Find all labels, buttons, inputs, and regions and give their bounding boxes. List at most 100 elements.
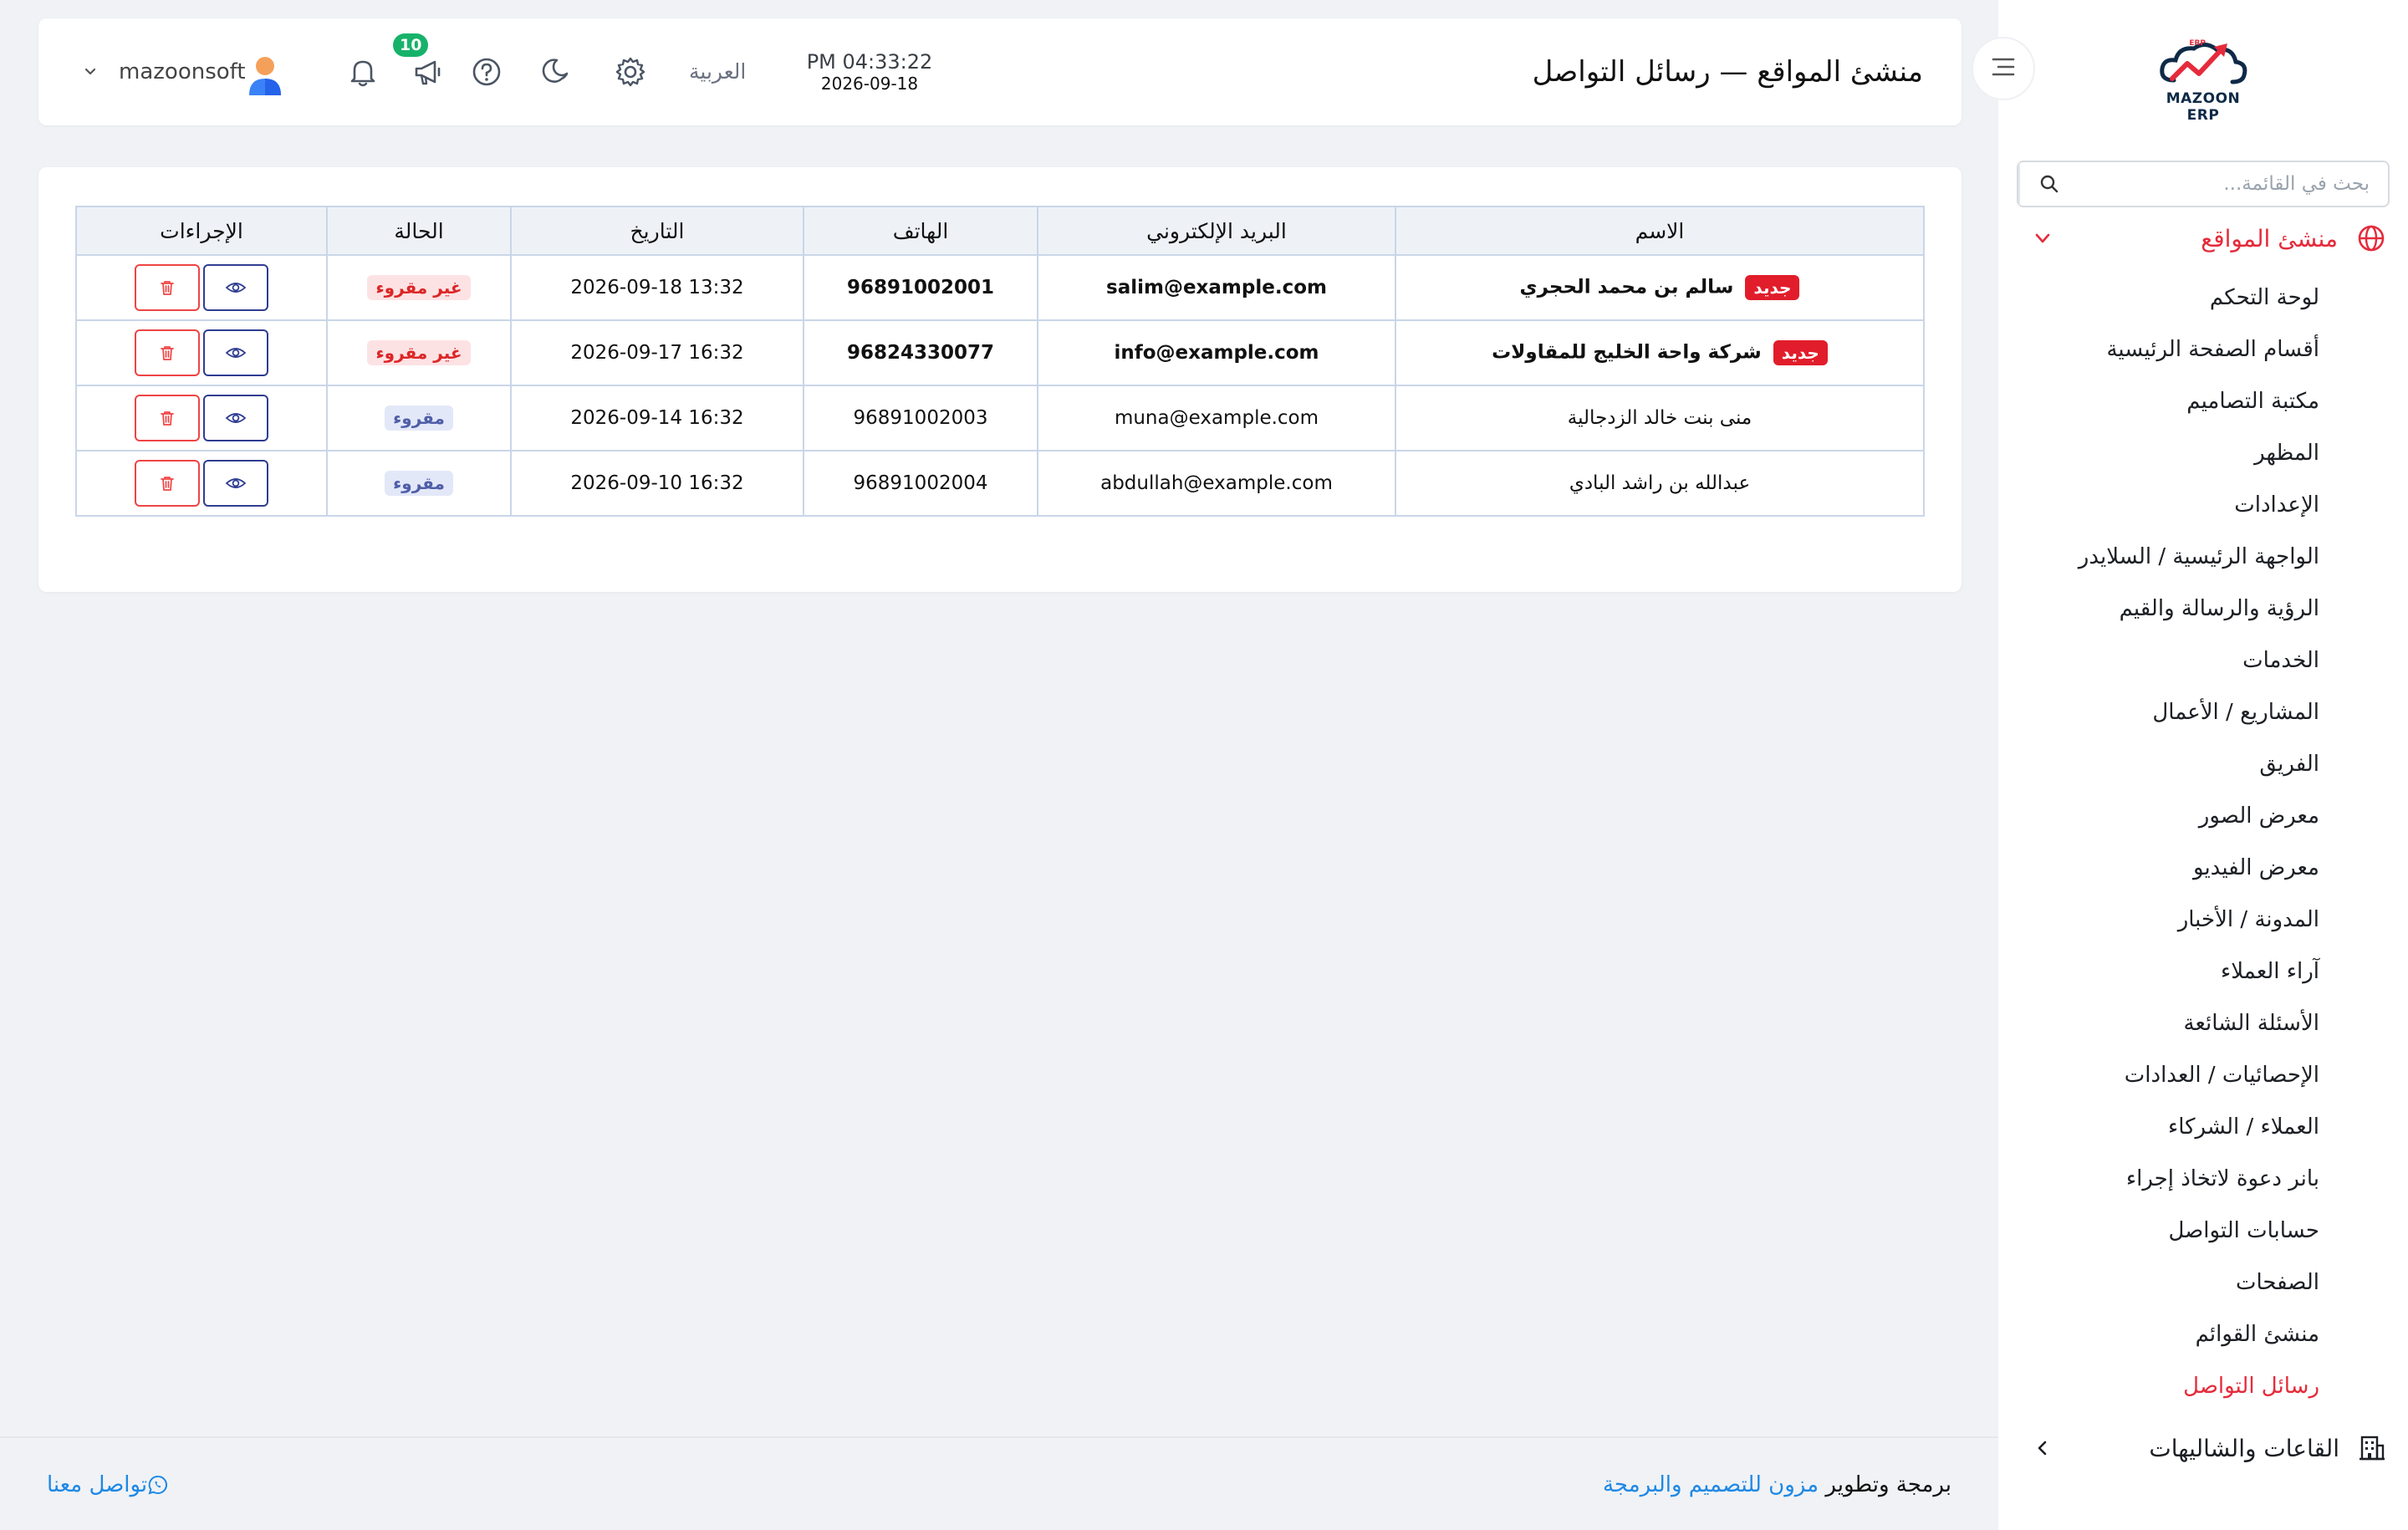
cell-email: abdullah@example.com <box>1037 450 1396 517</box>
user-avatar[interactable] <box>242 52 288 97</box>
delete-button[interactable] <box>135 329 200 376</box>
delete-button[interactable] <box>135 395 200 441</box>
logo-cloud-icon: ERP <box>2160 39 2247 84</box>
sidebar-item-contact-messages[interactable]: رسائل التواصل <box>2002 1360 2319 1412</box>
footer-credit: برمجة وتطوير مزون للتصميم والبرمجة <box>1603 1438 1951 1530</box>
date-value: 2026-09-18 13:32 <box>570 277 744 298</box>
sidebar-item-faq[interactable]: الأسئلة الشائعة <box>2002 997 2319 1049</box>
table-row: منى بنت خالد الزدجالية muna@example.com … <box>75 385 1925 451</box>
cell-phone: 96824330077 <box>803 319 1038 386</box>
svg-text:ERP: ERP <box>2189 39 2206 48</box>
cell-date: 2026-09-17 16:32 <box>510 319 804 386</box>
help-question-icon[interactable] <box>468 54 505 90</box>
sidebar-item-blog[interactable]: المدونة / الأخبار <box>2002 894 2319 946</box>
sidebar-item-services[interactable]: الخدمات <box>2002 635 2319 686</box>
cell-date: 2026-09-18 13:32 <box>510 254 804 321</box>
sender-name: شركة واحة الخليج للمقاولات <box>1492 341 1762 364</box>
cell-date: 2026-09-14 16:32 <box>510 385 804 451</box>
column-header-phone: الهاتف <box>803 206 1038 256</box>
trash-icon <box>161 477 174 491</box>
sidebar-subitems: لوحة التحكم أقسام الصفحة الرئيسية مكتبة … <box>2002 272 2319 1412</box>
sidebar-section-halls-label: القاعات والشاليهات <box>2149 1434 2339 1462</box>
top-header: منشئ المواقع — رسائل التواصل PM 04:33:22… <box>38 18 1962 125</box>
table-row: عبدالله بن راشد البادي abdullah@example.… <box>75 450 1925 517</box>
notification-count-badge: 10 <box>393 33 429 57</box>
sidebar-search <box>2017 161 2390 207</box>
sidebar-section-halls[interactable]: القاعات والشاليهات <box>2018 1430 2386 1466</box>
username[interactable]: mazoonsoft <box>119 18 246 125</box>
new-badge: جديد <box>1745 275 1800 300</box>
clock-date: 2026-09-18 <box>820 74 919 94</box>
globe-icon <box>2356 223 2386 253</box>
trash-icon <box>161 346 174 360</box>
cell-actions <box>75 254 328 321</box>
sidebar-item-projects[interactable]: المشاريع / الأعمال <box>2002 686 2319 738</box>
sidebar-section-site-builder[interactable]: منشئ المواقع <box>2018 221 2386 256</box>
date-value: 2026-09-10 16:32 <box>570 472 744 494</box>
settings-gear-icon[interactable] <box>612 54 649 90</box>
messages-card: الاسم البريد الإلكتروني الهاتف التاريخ ا… <box>38 167 1962 592</box>
column-header-actions: الإجراءات <box>75 206 328 256</box>
cell-email: info@example.com <box>1037 319 1396 386</box>
sidebar-item-pages[interactable]: الصفحات <box>2002 1257 2319 1308</box>
cell-name: منى بنت خالد الزدجالية <box>1395 385 1925 451</box>
mazoon-logo[interactable]: ERP MAZOON ERP <box>2149 37 2258 124</box>
column-header-date: التاريخ <box>510 206 804 256</box>
footer-contact-label: تواصل معنا <box>47 1472 148 1497</box>
sidebar-item-menu-builder[interactable]: منشئ القوائم <box>2002 1308 2319 1360</box>
trash-icon <box>161 281 174 295</box>
sidebar-item-testimonials[interactable]: آراء العملاء <box>2002 946 2319 997</box>
cell-email: salim@example.com <box>1037 254 1396 321</box>
sidebar-item-social-accounts[interactable]: حسابات التواصل <box>2002 1205 2319 1257</box>
announcements-megaphone-icon[interactable] <box>410 54 446 90</box>
sidebar-item-video-gallery[interactable]: معرض الفيديو <box>2002 842 2319 894</box>
sidebar-item-cta-banner[interactable]: بانر دعوة لاتخاذ إجراء <box>2002 1153 2319 1205</box>
header-clock: PM 04:33:22 2026-09-18 <box>794 50 945 94</box>
view-button[interactable] <box>203 329 268 376</box>
view-button[interactable] <box>203 264 268 311</box>
footer-contact-link[interactable]: تواصل معنا <box>47 1438 181 1530</box>
sidebar-item-team[interactable]: الفريق <box>2002 738 2319 790</box>
sidebar-item-stats[interactable]: الإحصائيات / العدادات <box>2002 1049 2319 1101</box>
sidebar-item-settings[interactable]: الإعدادات <box>2002 479 2319 531</box>
column-header-status: الحالة <box>326 206 512 256</box>
footer-credit-link[interactable]: مزون للتصميم والبرمجة <box>1603 1472 1819 1497</box>
status-badge: غير مقروء <box>367 275 471 300</box>
notifications-bell-icon[interactable] <box>344 54 381 90</box>
status-badge: مقروء <box>385 405 453 431</box>
chevron-down-icon[interactable] <box>2032 227 2053 249</box>
cell-actions <box>75 385 328 451</box>
search-icon[interactable] <box>2018 162 2079 206</box>
sidebar-item-photo-gallery[interactable]: معرض الصور <box>2002 790 2319 842</box>
sidebar-section-label: منشئ المواقع <box>2201 224 2338 252</box>
cell-date: 2026-09-10 16:32 <box>510 450 804 517</box>
clock-time: PM 04:33:22 <box>806 50 933 74</box>
eye-icon <box>225 413 247 423</box>
sidebar-item-vision-mission[interactable]: الرؤية والرسالة والقيم <box>2002 583 2319 635</box>
new-badge: جديد <box>1773 340 1828 365</box>
delete-button[interactable] <box>135 460 200 507</box>
cell-status: غير مقروء <box>326 254 512 321</box>
language-switch[interactable]: العربية <box>689 18 746 125</box>
sidebar-item-design-library[interactable]: مكتبة التصاميم <box>2002 375 2319 427</box>
view-button[interactable] <box>203 460 268 507</box>
sidebar-item-clients[interactable]: العملاء / الشركاء <box>2002 1101 2319 1153</box>
dark-mode-moon-icon[interactable] <box>537 54 574 90</box>
sidebar-item-home-sections[interactable]: أقسام الصفحة الرئيسية <box>2002 324 2319 375</box>
eye-icon <box>225 348 247 358</box>
sender-name: عبدالله بن راشد البادي <box>1569 472 1751 494</box>
sidebar-search-input[interactable] <box>2079 162 2388 206</box>
status-badge: مقروء <box>385 471 453 496</box>
menu-icon <box>1990 55 2017 82</box>
sidebar-item-appearance[interactable]: المظهر <box>2002 427 2319 479</box>
chevron-left-icon[interactable] <box>2032 1437 2053 1459</box>
view-button[interactable] <box>203 395 268 441</box>
delete-button[interactable] <box>135 264 200 311</box>
sidebar-item-dashboard[interactable]: لوحة التحكم <box>2002 272 2319 324</box>
chevron-down-icon[interactable] <box>80 62 100 82</box>
trash-icon <box>161 411 174 426</box>
sidebar-item-hero-slider[interactable]: الواجهة الرئيسية / السلايدر <box>2002 531 2319 583</box>
sidebar-toggle-button[interactable] <box>1972 37 2035 100</box>
building-icon <box>2358 1434 2386 1462</box>
date-value: 2026-09-17 16:32 <box>570 342 744 364</box>
